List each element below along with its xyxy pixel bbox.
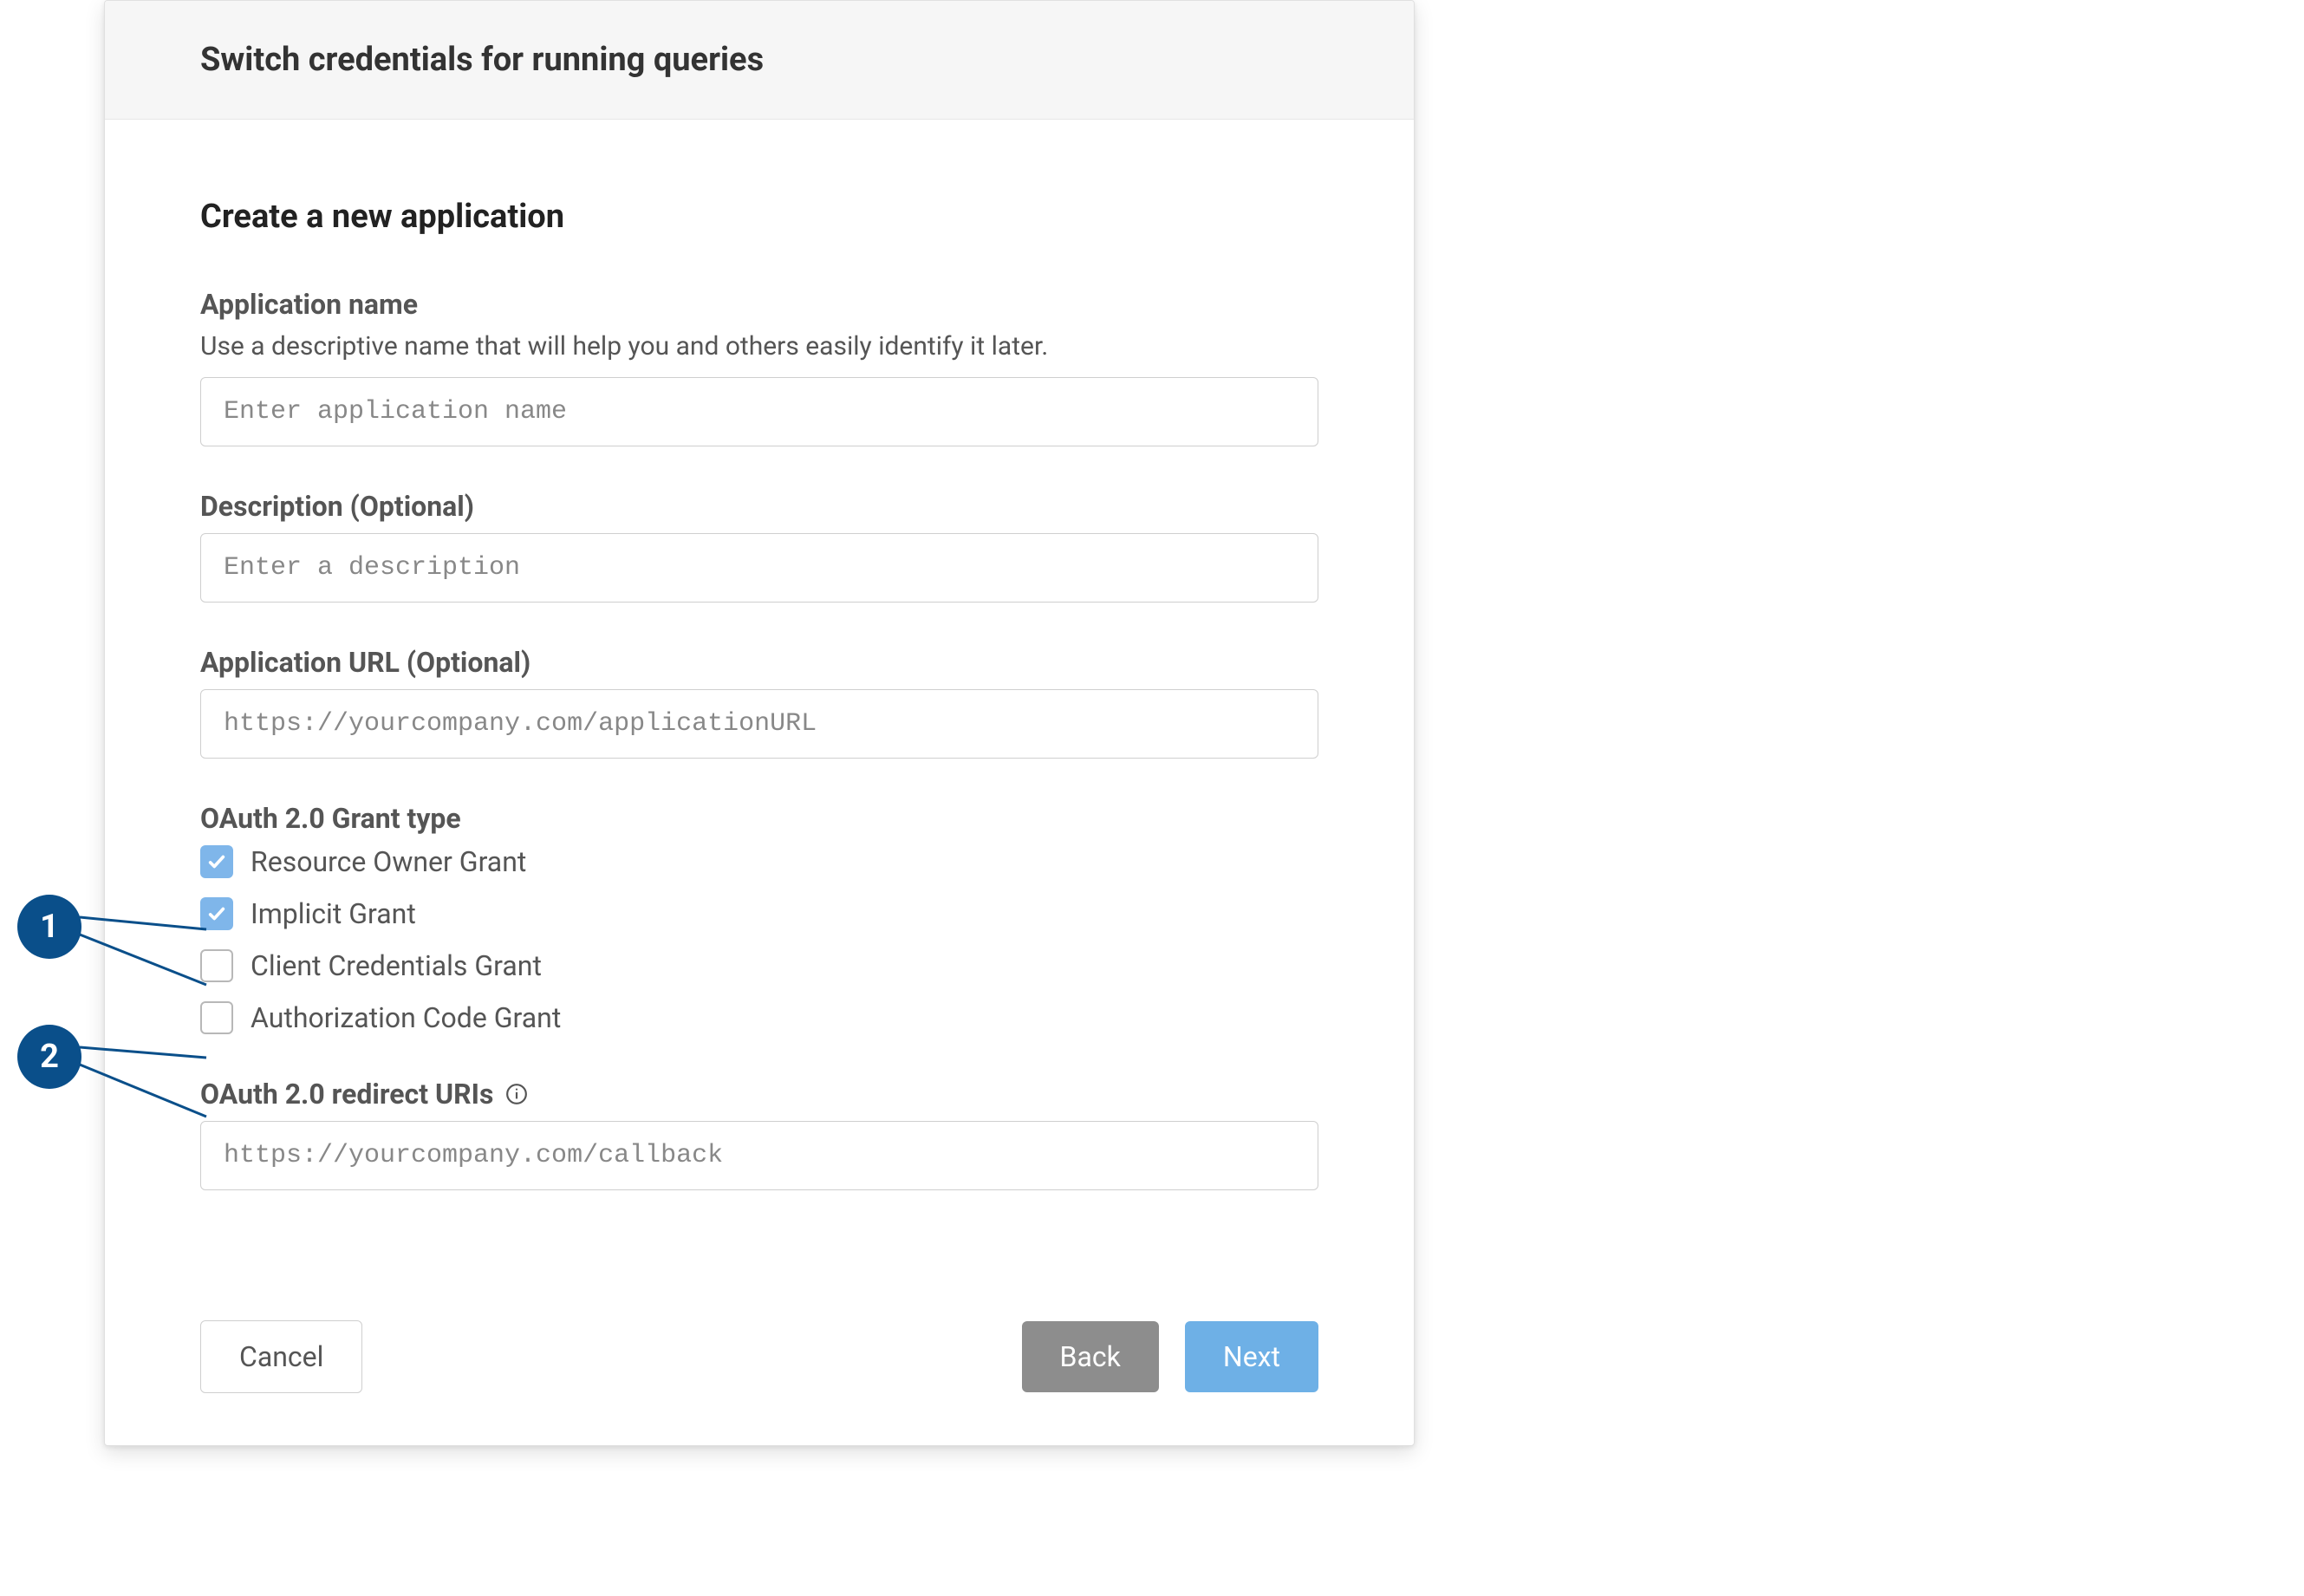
grant-option-label: Implicit Grant [251, 897, 416, 930]
redirect-uris-label: OAuth 2.0 redirect URIs [200, 1078, 1318, 1111]
checkbox-unchecked-icon [200, 949, 233, 982]
grant-type-field: OAuth 2.0 Grant type Resource Owner Gran… [200, 802, 1318, 1034]
callout-badge-1: 1 [17, 895, 81, 959]
application-url-input[interactable] [200, 689, 1318, 759]
section-title: Create a new application [200, 198, 1318, 236]
application-name-field: Application name Use a descriptive name … [200, 288, 1318, 446]
application-name-label: Application name [200, 288, 1318, 321]
redirect-uris-input[interactable] [200, 1121, 1318, 1190]
grant-option-implicit[interactable]: Implicit Grant [200, 897, 1318, 930]
grant-option-label: Resource Owner Grant [251, 845, 526, 878]
checkbox-checked-icon [200, 897, 233, 930]
application-url-label: Application URL (Optional) [200, 646, 1318, 679]
checkbox-unchecked-icon [200, 1001, 233, 1034]
back-button[interactable]: Back [1022, 1321, 1159, 1392]
description-label: Description (Optional) [200, 490, 1318, 523]
next-button[interactable]: Next [1185, 1321, 1318, 1392]
application-name-input[interactable] [200, 377, 1318, 446]
checkbox-checked-icon [200, 845, 233, 878]
grant-option-label: Authorization Code Grant [251, 1001, 561, 1034]
description-field: Description (Optional) [200, 490, 1318, 603]
grant-option-client-credentials[interactable]: Client Credentials Grant [200, 949, 1318, 982]
credentials-dialog: Switch credentials for running queries C… [104, 0, 1415, 1446]
dialog-footer: Cancel Back Next [105, 1268, 1414, 1445]
grant-option-label: Client Credentials Grant [251, 949, 542, 982]
description-input[interactable] [200, 533, 1318, 603]
callout-badge-2: 2 [17, 1025, 81, 1089]
grant-type-label: OAuth 2.0 Grant type [200, 802, 1318, 835]
redirect-uris-field: OAuth 2.0 redirect URIs [200, 1078, 1318, 1190]
info-icon[interactable] [505, 1083, 528, 1105]
dialog-body: Create a new application Application nam… [105, 120, 1414, 1268]
cancel-button[interactable]: Cancel [200, 1320, 362, 1393]
dialog-title: Switch credentials for running queries [200, 41, 1318, 79]
application-url-field: Application URL (Optional) [200, 646, 1318, 759]
application-name-help: Use a descriptive name that will help yo… [200, 331, 1318, 362]
redirect-uris-label-text: OAuth 2.0 redirect URIs [200, 1078, 493, 1111]
footer-right-buttons: Back Next [1022, 1321, 1318, 1392]
grant-option-resource-owner[interactable]: Resource Owner Grant [200, 845, 1318, 878]
dialog-header: Switch credentials for running queries [105, 1, 1414, 120]
grant-option-authorization-code[interactable]: Authorization Code Grant [200, 1001, 1318, 1034]
